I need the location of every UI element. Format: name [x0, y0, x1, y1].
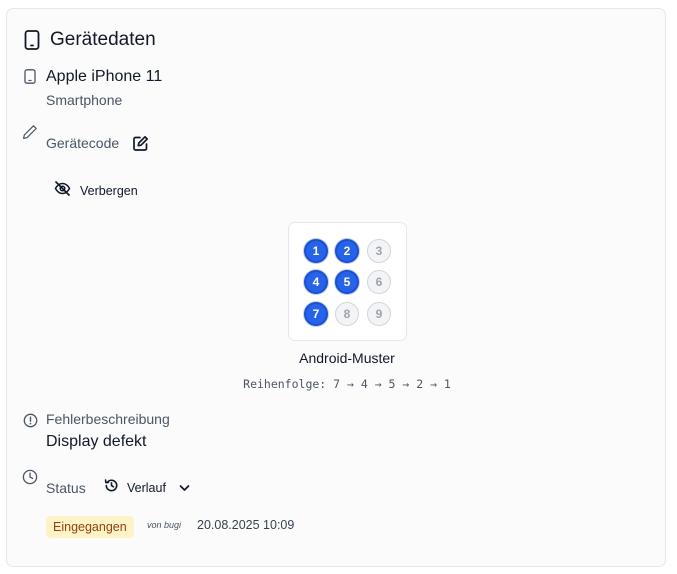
android-pattern-grid: 1 2 3 4 5 6 7 8 9	[288, 222, 407, 341]
hide-code-label: Verbergen	[80, 184, 138, 198]
device-type: Smartphone	[46, 92, 123, 108]
pattern-dot-6: 6	[367, 270, 391, 294]
status-label: Status	[46, 480, 86, 496]
history-dropdown-button[interactable]: Verlauf	[100, 476, 194, 500]
error-description-value: Display defekt	[46, 433, 147, 450]
edit-icon[interactable]	[132, 135, 149, 152]
status-badge: Eingegangen	[46, 516, 134, 538]
status-timestamp: 20.08.2025 10:09	[197, 518, 295, 532]
pattern-dot-9: 9	[367, 302, 391, 326]
pattern-dot-8: 8	[335, 302, 359, 326]
hide-code-button[interactable]: Verbergen	[48, 178, 144, 204]
error-description-label: Fehlerbeschreibung	[46, 411, 170, 427]
pencil-icon	[22, 124, 38, 140]
pattern-dot-4: 4	[304, 270, 328, 294]
clock-icon	[22, 469, 38, 485]
pattern-dot-2: 2	[335, 239, 359, 263]
pattern-dot-3: 3	[367, 239, 391, 263]
status-author: von bugi	[147, 520, 182, 530]
pattern-dot-5: 5	[335, 270, 359, 294]
pattern-dot-1: 1	[304, 239, 328, 263]
card-title: Gerätedaten	[50, 29, 156, 50]
device-name: Apple iPhone 11	[46, 68, 163, 85]
device-code-label: Gerätecode	[46, 135, 120, 151]
pattern-title: Android-Muster	[299, 350, 395, 366]
eye-off-icon	[54, 181, 71, 201]
pattern-sequence: Reihenfolge: 7 → 4 → 5 → 2 → 1	[243, 377, 451, 391]
history-label: Verlauf	[127, 481, 166, 495]
phone-icon	[24, 69, 36, 84]
pattern-dot-7: 7	[304, 302, 328, 326]
alert-circle-icon	[23, 413, 38, 428]
chevron-down-icon	[179, 479, 190, 497]
history-icon	[104, 478, 119, 498]
phone-icon	[24, 30, 40, 50]
